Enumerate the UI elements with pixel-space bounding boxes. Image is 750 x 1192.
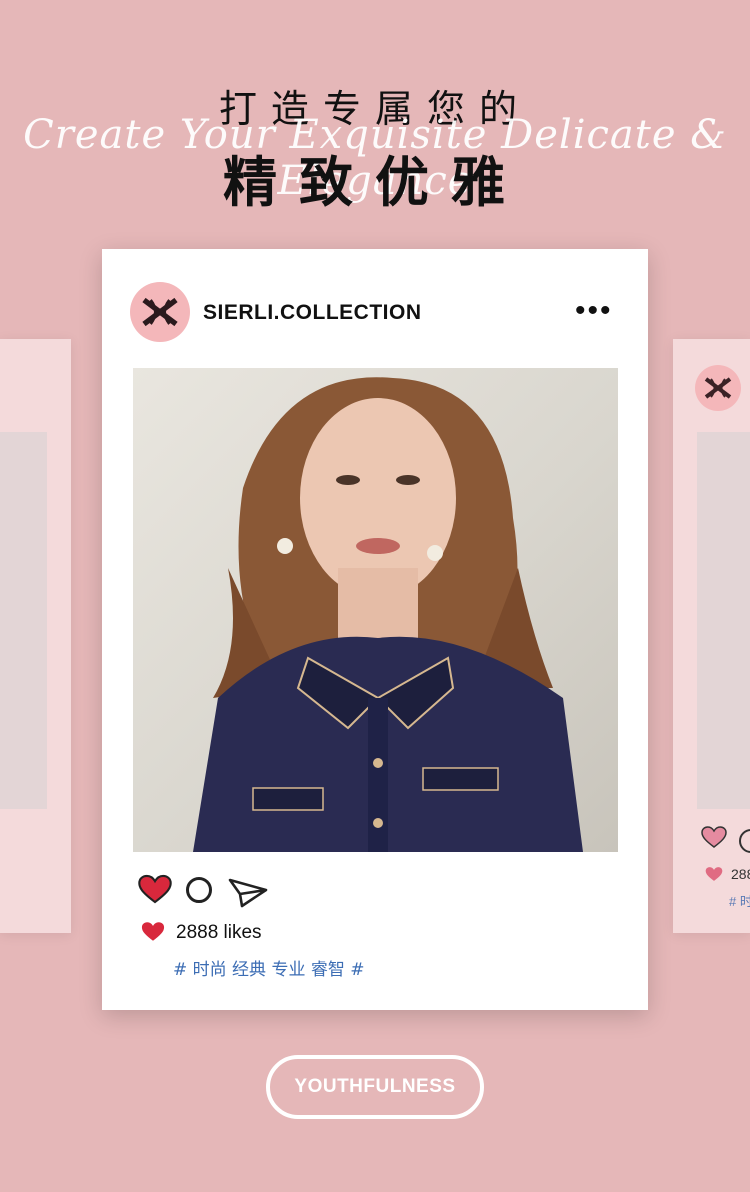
ghost-photo	[0, 432, 47, 809]
likes-count[interactable]: 2888 likes	[176, 922, 262, 944]
comment-icon[interactable]	[186, 877, 212, 903]
logo-icon	[142, 297, 178, 327]
ghost-card-right: 288 # 时	[673, 339, 750, 933]
post-card: SIERLI.COLLECTION ••• 2888 likes # 时尚 经典…	[102, 249, 648, 1010]
ghost-tags: # 时	[729, 894, 750, 909]
ghost-card-left	[0, 339, 71, 933]
heart-icon	[701, 826, 727, 848]
ghost-photo	[697, 432, 750, 809]
heart-icon	[705, 867, 723, 881]
hashtags[interactable]: # 时尚 经典 专业 睿智 #	[173, 955, 365, 980]
comment-icon	[739, 829, 750, 853]
youthfulness-label: YOUTHFULNESS	[294, 1076, 456, 1097]
avatar[interactable]	[130, 282, 190, 342]
share-icon[interactable]	[228, 876, 268, 908]
logo-icon	[704, 377, 732, 399]
username[interactable]: SIERLI.COLLECTION	[203, 301, 422, 325]
post-photo	[133, 368, 618, 852]
youthfulness-button[interactable]: YOUTHFULNESS	[266, 1055, 484, 1119]
heart-icon[interactable]	[138, 874, 172, 904]
ghost-avatar	[695, 365, 741, 411]
ghost-likes: 288	[731, 866, 750, 882]
heart-icon	[141, 922, 165, 941]
more-icon[interactable]: •••	[575, 296, 613, 326]
headline-main: 精致优雅	[223, 151, 527, 214]
